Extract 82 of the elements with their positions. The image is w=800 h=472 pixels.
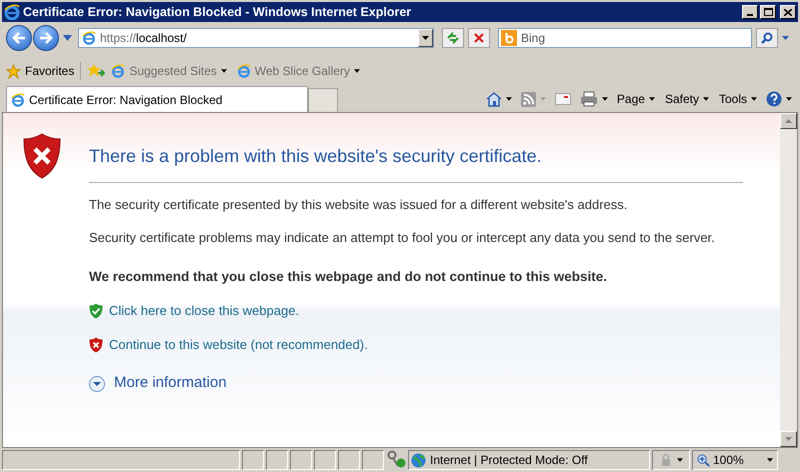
scrollbar[interactable]: [780, 113, 797, 447]
command-menu[interactable]: Tools: [718, 90, 757, 108]
padlock-icon: [659, 453, 673, 467]
status-pane: [314, 450, 336, 470]
refresh-icon: [446, 32, 460, 44]
status-pane: [362, 450, 384, 470]
page-icon: [82, 31, 96, 45]
body-text: Security certificate problems may indicate an attempt to fool you or intercept any data you send to the server.: [89, 229, 716, 247]
scroll-down-icon[interactable]: [785, 437, 792, 441]
search-field[interactable]: Bing: [498, 28, 752, 48]
stop-button[interactable]: [468, 28, 490, 48]
check-shield-icon: [89, 303, 103, 319]
globe-icon: [411, 452, 426, 468]
address-dropdown-button[interactable]: [418, 29, 433, 47]
forward-button[interactable]: [33, 25, 59, 51]
add-favorite-icon[interactable]: [87, 63, 106, 79]
dropdown-icon[interactable]: [782, 36, 789, 40]
zoom-in-icon: [697, 454, 710, 466]
dropdown-icon[interactable]: [63, 35, 72, 41]
caret-icon: [602, 97, 608, 101]
command-menu[interactable]: Safety: [664, 90, 709, 108]
browser-logo-icon: [4, 4, 20, 20]
mail-icon[interactable]: [554, 93, 571, 105]
help-icon: [766, 91, 782, 107]
search-provider-icon: [501, 30, 517, 46]
star-icon: [6, 64, 21, 78]
window-title: Certificate Error: Navigation Blocked - Windows Internet Explorer: [23, 4, 412, 21]
recommendation-text: We recommend that you close this webpage and do not continue to this website.: [89, 268, 608, 286]
error-shield-icon: [89, 336, 103, 352]
status-pane: [338, 450, 360, 470]
minimize-button[interactable]: [742, 5, 758, 19]
close-button[interactable]: [780, 5, 796, 19]
home-icon: [486, 91, 502, 107]
print-button[interactable]: [580, 91, 608, 107]
caret-icon: [751, 97, 757, 101]
caret-icon: [677, 458, 683, 462]
body-text: The security certificate presented by this website was issued for a different website's address.: [89, 196, 628, 214]
printer-icon: [580, 91, 598, 107]
browser-tab[interactable]: Certificate Error: Navigation Blocked: [6, 86, 308, 112]
stop-icon: [474, 33, 484, 43]
forward-arrow-icon: [39, 32, 53, 44]
caret-icon: [506, 97, 512, 101]
error-heading: There is a problem with this website's security certificate.: [89, 143, 743, 183]
expand-icon: [89, 376, 105, 392]
zoom-button[interactable]: 100%: [692, 450, 778, 470]
back-arrow-icon: [12, 32, 26, 44]
address-bar[interactable]: https://localhost/: [78, 28, 434, 48]
caret-icon: [767, 458, 773, 462]
status-pane: [290, 450, 312, 470]
continue-link[interactable]: Continue to this website (not recommended).: [109, 334, 368, 354]
scroll-up-icon[interactable]: [785, 119, 792, 123]
caret-icon: [354, 69, 360, 73]
maximize-button[interactable]: [760, 5, 776, 19]
status-pane: [266, 450, 288, 470]
browser-logo-icon: [236, 64, 251, 78]
caret-icon: [702, 97, 709, 101]
url-text: https://localhost/: [100, 30, 188, 47]
search-icon: [761, 32, 773, 44]
command-menu[interactable]: Page: [616, 90, 655, 108]
error-shield-icon: [22, 133, 62, 179]
browser-logo-icon: [11, 92, 25, 106]
caret-icon: [220, 69, 227, 73]
zone-text: Internet | Protected Mode: Off: [430, 452, 588, 469]
status-pane: [242, 450, 264, 470]
search-button[interactable]: [756, 28, 778, 48]
browser-logo-icon: [111, 64, 126, 78]
refresh-button[interactable]: [442, 28, 464, 48]
feeds-button[interactable]: [520, 92, 546, 106]
home-button[interactable]: [486, 91, 512, 107]
favorites-button[interactable]: Favorites: [6, 62, 82, 80]
caret-icon: [648, 97, 655, 101]
more-information-link[interactable]: More information: [89, 372, 227, 395]
close-page-link[interactable]: Click here to close this webpage.: [109, 301, 300, 321]
protected-mode-icon: [386, 450, 406, 468]
help-button[interactable]: [766, 91, 792, 107]
close-icon: [784, 8, 792, 16]
feed-icon: [520, 92, 536, 106]
caret-icon: [540, 97, 546, 101]
security-status-button[interactable]: [652, 450, 690, 470]
back-button[interactable]: [6, 25, 32, 51]
caret-icon: [422, 36, 429, 40]
caret-icon: [786, 97, 792, 101]
